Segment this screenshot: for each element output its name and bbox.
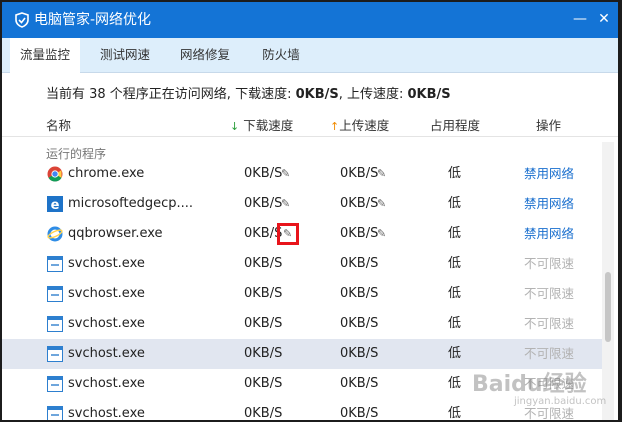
process-name: svchost.exe xyxy=(68,346,145,361)
column-usage[interactable]: 占用程度 xyxy=(430,115,480,134)
close-button[interactable]: ✕ xyxy=(596,11,612,27)
usage-level: 低 xyxy=(448,406,462,420)
service-window-icon xyxy=(47,346,63,362)
service-window-icon xyxy=(47,286,63,302)
summary-mid: , 上传速度: xyxy=(338,87,408,102)
download-speed: 0KB/S xyxy=(244,376,283,391)
arrow-down-icon: ↓ xyxy=(230,120,240,133)
edit-upload-limit-pencil-icon[interactable]: ✎ xyxy=(377,195,386,213)
usage-level: 低 xyxy=(448,316,462,331)
upload-speed: 0KB/S xyxy=(340,256,379,271)
usage-level: 低 xyxy=(448,256,462,271)
table-row[interactable]: svchost.exe 0KB/S 0KB/S 低 不可限速 xyxy=(2,249,602,279)
download-speed: 0KB/S xyxy=(244,406,283,420)
upload-speed: 0KB/S xyxy=(340,286,379,301)
column-name[interactable]: 名称 xyxy=(46,115,71,134)
table-header: 名称 ↓ 下载速度 ↑上传速度 占用程度 操作 xyxy=(2,112,618,137)
shield-logo-icon xyxy=(15,12,29,28)
disable-network-link[interactable]: 禁用网络 xyxy=(524,225,574,243)
download-speed: 0KB/S xyxy=(244,196,283,211)
traffic-summary: 当前有 38 个程序正在访问网络, 下载速度: 0KB/S, 上传速度: 0KB… xyxy=(46,86,451,104)
no-limit-label: 不可限速 xyxy=(524,316,575,331)
scrollbar-thumb[interactable] xyxy=(605,272,611,342)
download-speed: 0KB/S xyxy=(244,346,283,361)
process-name: svchost.exe xyxy=(68,406,145,420)
edit-upload-limit-pencil-icon[interactable]: ✎ xyxy=(377,225,386,243)
tab-traffic-monitor[interactable]: 流量监控 xyxy=(10,38,80,73)
download-speed: 0KB/S xyxy=(244,286,283,301)
process-name: chrome.exe xyxy=(68,166,145,181)
no-limit-label: 不可限速 xyxy=(524,286,575,301)
svg-text:e: e xyxy=(51,198,60,212)
usage-level: 低 xyxy=(448,286,462,301)
process-name: svchost.exe xyxy=(68,316,145,331)
title-bar[interactable]: 电脑管家-网络优化 — ✕ xyxy=(2,2,618,38)
upload-speed: 0KB/S xyxy=(340,226,379,241)
usage-level: 低 xyxy=(448,196,462,211)
disable-network-link[interactable]: 禁用网络 xyxy=(524,195,574,213)
table-row[interactable]: qqbrowser.exe 0KB/S ✎ 0KB/S ✎ 低 禁用网络 xyxy=(2,219,602,249)
upload-speed: 0KB/S xyxy=(340,346,379,361)
column-download-label: 下载速度 xyxy=(243,118,294,133)
window-title: 电脑管家-网络优化 xyxy=(34,12,152,28)
service-window-icon xyxy=(47,256,63,272)
download-speed: 0KB/S xyxy=(244,166,283,181)
service-window-icon xyxy=(47,316,63,332)
edit-upload-limit-pencil-icon[interactable]: ✎ xyxy=(377,165,386,183)
edge-icon: e xyxy=(47,196,63,212)
column-action: 操作 xyxy=(536,118,562,133)
download-speed: 0KB/S xyxy=(244,256,283,271)
summary-upload-speed: 0KB/S xyxy=(407,87,451,102)
baidu-watermark: Baidu经验 jingyan.baidu.com xyxy=(472,366,612,416)
usage-level: 低 xyxy=(448,166,462,181)
usage-level: 低 xyxy=(448,346,462,361)
no-limit-label: 不可限速 xyxy=(524,256,575,271)
column-upload-label: 上传速度 xyxy=(339,118,390,133)
minimize-button[interactable]: — xyxy=(572,11,588,27)
table-row[interactable]: svchost.exe 0KB/S 0KB/S 低 不可限速 xyxy=(2,339,602,369)
table-row[interactable]: chrome.exe 0KB/S ✎ 0KB/S ✎ 低 禁用网络 xyxy=(2,159,602,189)
column-upload[interactable]: ↑上传速度 xyxy=(330,115,389,134)
usage-level: 低 xyxy=(448,226,462,241)
disable-network-link[interactable]: 禁用网络 xyxy=(524,165,574,183)
summary-download-speed: 0KB/S xyxy=(295,87,339,102)
service-window-icon xyxy=(47,406,63,420)
tab-speed-test[interactable]: 测试网速 xyxy=(90,38,160,72)
table-row[interactable]: svchost.exe 0KB/S 0KB/S 低 不可限速 xyxy=(2,309,602,339)
upload-speed: 0KB/S xyxy=(340,376,379,391)
upload-speed: 0KB/S xyxy=(340,406,379,420)
table-row[interactable]: svchost.exe 0KB/S 0KB/S 低 不可限速 xyxy=(2,279,602,309)
process-name: svchost.exe xyxy=(68,256,145,271)
edit-download-limit-pencil-icon[interactable]: ✎ xyxy=(281,195,290,213)
upload-speed: 0KB/S xyxy=(340,316,379,331)
arrow-up-icon: ↑ xyxy=(330,120,340,133)
tab-bar: 流量监控 测试网速 网络修复 防火墙 xyxy=(2,38,618,73)
column-download[interactable]: ↓ 下载速度 xyxy=(230,115,293,134)
app-window: 电脑管家-网络优化 — ✕ 流量监控 测试网速 网络修复 防火墙 当前有 38 … xyxy=(2,2,618,420)
watermark-url: jingyan.baidu.com xyxy=(514,396,607,407)
upload-speed: 0KB/S xyxy=(340,166,379,181)
download-speed: 0KB/S xyxy=(244,316,283,331)
tab-network-repair[interactable]: 网络修复 xyxy=(170,38,240,72)
chrome-icon xyxy=(47,166,63,182)
usage-level: 低 xyxy=(448,376,462,391)
process-name: svchost.exe xyxy=(68,286,145,301)
watermark-text: Baidu经验 xyxy=(472,372,587,397)
qqbrowser-icon xyxy=(47,226,63,242)
process-name: qqbrowser.exe xyxy=(68,226,163,241)
process-name: svchost.exe xyxy=(68,376,145,391)
table-row[interactable]: e microsoftedgecp.... 0KB/S ✎ 0KB/S ✎ 低 … xyxy=(2,189,602,219)
tab-firewall[interactable]: 防火墙 xyxy=(250,38,312,72)
edit-download-limit-pencil-icon[interactable]: ✎ xyxy=(281,165,290,183)
summary-prefix: 当前有 38 个程序正在访问网络, 下载速度: xyxy=(46,87,296,102)
upload-speed: 0KB/S xyxy=(340,196,379,211)
annotation-highlight-box xyxy=(277,223,299,245)
no-limit-label: 不可限速 xyxy=(524,346,575,361)
service-window-icon xyxy=(47,376,63,392)
process-name: microsoftedgecp.... xyxy=(68,196,194,211)
